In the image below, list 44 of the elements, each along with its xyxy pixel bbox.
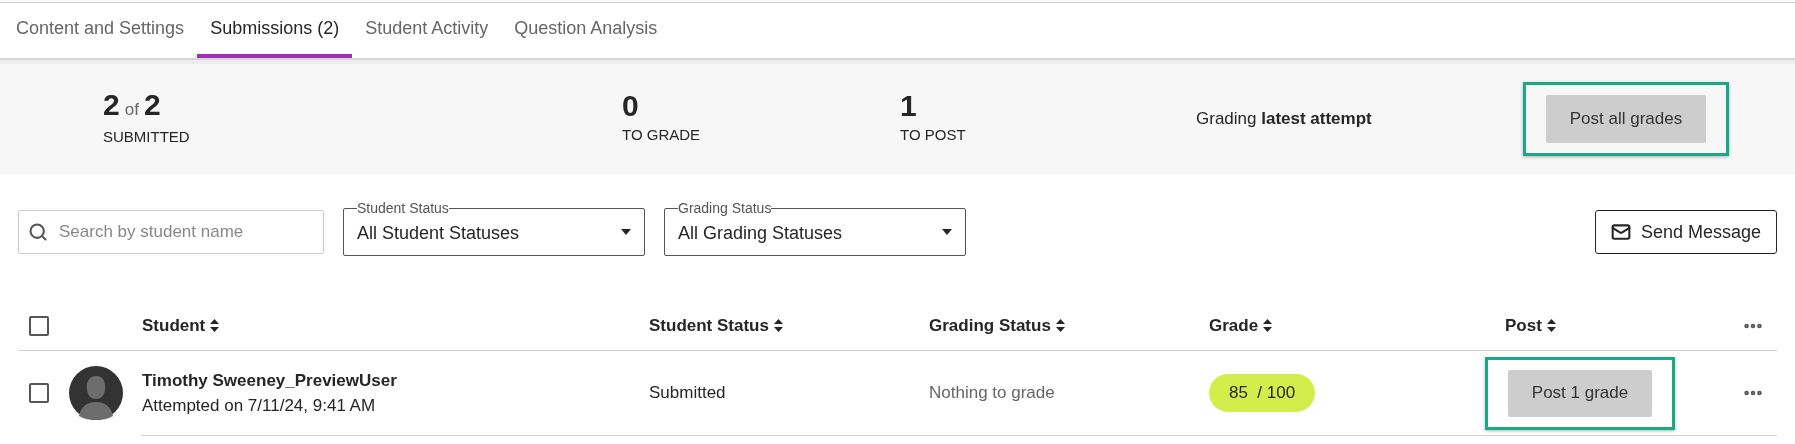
sort-icon — [773, 319, 783, 332]
tab[interactable]: Content and Settings — [3, 3, 198, 58]
send-message-button[interactable]: Send Message — [1595, 210, 1777, 254]
envelope-icon — [1610, 222, 1631, 242]
grading-status: Nothing to grade — [929, 382, 1056, 405]
column-header[interactable]: Post — [1505, 312, 1742, 339]
column-header[interactable]: Student Status — [649, 312, 929, 339]
caret-icon — [621, 228, 631, 235]
stat-value: 1 — [900, 91, 917, 122]
column-header[interactable]: Grading Status — [929, 312, 1209, 339]
column-header[interactable]: Student — [142, 312, 649, 339]
select-dropdown[interactable]: Student Status All Student Statuses — [343, 200, 645, 256]
tab[interactable]: Question Analysis — [501, 3, 671, 58]
select-label: Student Status — [357, 200, 449, 216]
column-header[interactable]: Grade — [1209, 312, 1505, 339]
stat-label: SUBMITTED — [103, 126, 191, 147]
sort-icon — [1263, 319, 1273, 332]
post-grade-button[interactable]: Post 1 grade — [1508, 369, 1652, 417]
stat-label: TO GRADE — [622, 125, 702, 146]
checkbox[interactable] — [29, 315, 49, 336]
stat-connector: of — [124, 99, 139, 121]
select-label: Grading Status — [678, 200, 772, 216]
stat-value: 0 — [622, 91, 639, 122]
search-field[interactable]: Search by student name — [18, 210, 324, 254]
checkbox[interactable] — [29, 383, 49, 403]
stat-value: 2 — [103, 90, 120, 120]
select-dropdown[interactable]: Grading Status All Grading Statuses — [664, 200, 966, 256]
tab[interactable]: Student Activity — [352, 3, 502, 58]
sort-icon — [210, 319, 220, 332]
student-name[interactable]: Timothy Sweeney_PreviewUser — [142, 367, 649, 393]
stat-total: 2 — [143, 90, 161, 120]
post-all-grades-button[interactable]: Post all grades — [1546, 95, 1706, 143]
sort-icon — [1546, 319, 1556, 332]
sort-icon — [1055, 319, 1065, 332]
select-value: All Grading Statuses — [678, 222, 843, 245]
select-value: All Student Statuses — [357, 222, 520, 245]
student-status: Submitted — [649, 382, 727, 405]
attempt-date: Attempted on 7/11/24, 9:41 AM — [142, 395, 377, 417]
grading-mode: Grading latest attempt — [1196, 108, 1373, 131]
stat-label: TO POST — [900, 125, 967, 146]
caret-icon — [942, 228, 952, 235]
avatar-icon — [69, 366, 123, 420]
search-icon — [28, 222, 48, 242]
grade-pill[interactable]: 85 / 100 — [1209, 374, 1316, 412]
